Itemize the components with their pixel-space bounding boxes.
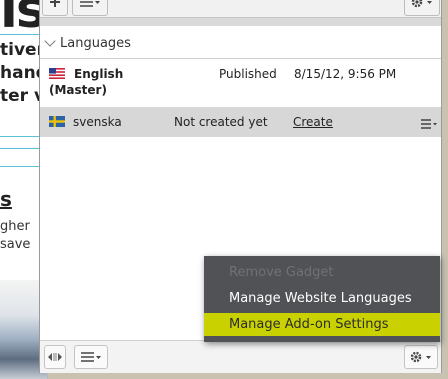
create-link[interactable]: Create <box>293 115 333 129</box>
language-row-english[interactable]: English (Master) Published 8/15/12, 9:56… <box>40 60 441 106</box>
gear-icon <box>411 0 432 8</box>
se-flag-icon <box>49 116 65 127</box>
divider <box>40 58 441 59</box>
background-subheading: s <box>0 187 12 211</box>
language-status: Published <box>219 67 277 81</box>
menu-item-manage-addon-settings[interactable]: Manage Add-on Settings <box>204 313 440 336</box>
list-menu-button[interactable] <box>72 0 108 16</box>
row-menu-button[interactable] <box>420 115 438 134</box>
list-icon <box>80 1 100 7</box>
language-date: 8/15/12, 9:56 PM <box>294 67 397 81</box>
settings-menu-button[interactable] <box>404 345 438 369</box>
plus-icon <box>50 0 60 7</box>
background-text-line: gher <box>0 219 30 234</box>
gear-icon <box>410 351 431 363</box>
language-name: svenska <box>73 115 122 129</box>
languages-section-header[interactable]: Languages <box>44 34 131 52</box>
section-title: Languages <box>60 35 131 51</box>
list-icon <box>421 119 437 129</box>
language-row-svenska[interactable]: svenska Not created yet Create <box>40 107 441 137</box>
settings-context-menu: Remove Gadget Manage Website Languages M… <box>204 256 440 342</box>
menu-item-remove-gadget[interactable]: Remove Gadget <box>204 261 440 284</box>
language-role: (Master) <box>49 83 107 97</box>
language-name: English <box>74 67 124 81</box>
add-button[interactable] <box>42 0 68 16</box>
chevron-down-icon <box>44 35 56 47</box>
menu-item-manage-website-languages[interactable]: Manage Website Languages <box>204 287 440 310</box>
expand-button[interactable] <box>44 345 66 369</box>
settings-menu-button[interactable] <box>404 0 440 16</box>
background-text-line: save <box>0 237 31 252</box>
header-strip <box>40 18 441 26</box>
list-icon <box>81 352 101 362</box>
bottom-toolbar <box>40 340 441 373</box>
expand-arrows-icon <box>48 353 62 361</box>
top-toolbar <box>40 0 441 18</box>
list-menu-button[interactable] <box>74 345 108 369</box>
language-status: Not created yet <box>174 115 268 129</box>
us-flag-icon <box>49 68 65 79</box>
